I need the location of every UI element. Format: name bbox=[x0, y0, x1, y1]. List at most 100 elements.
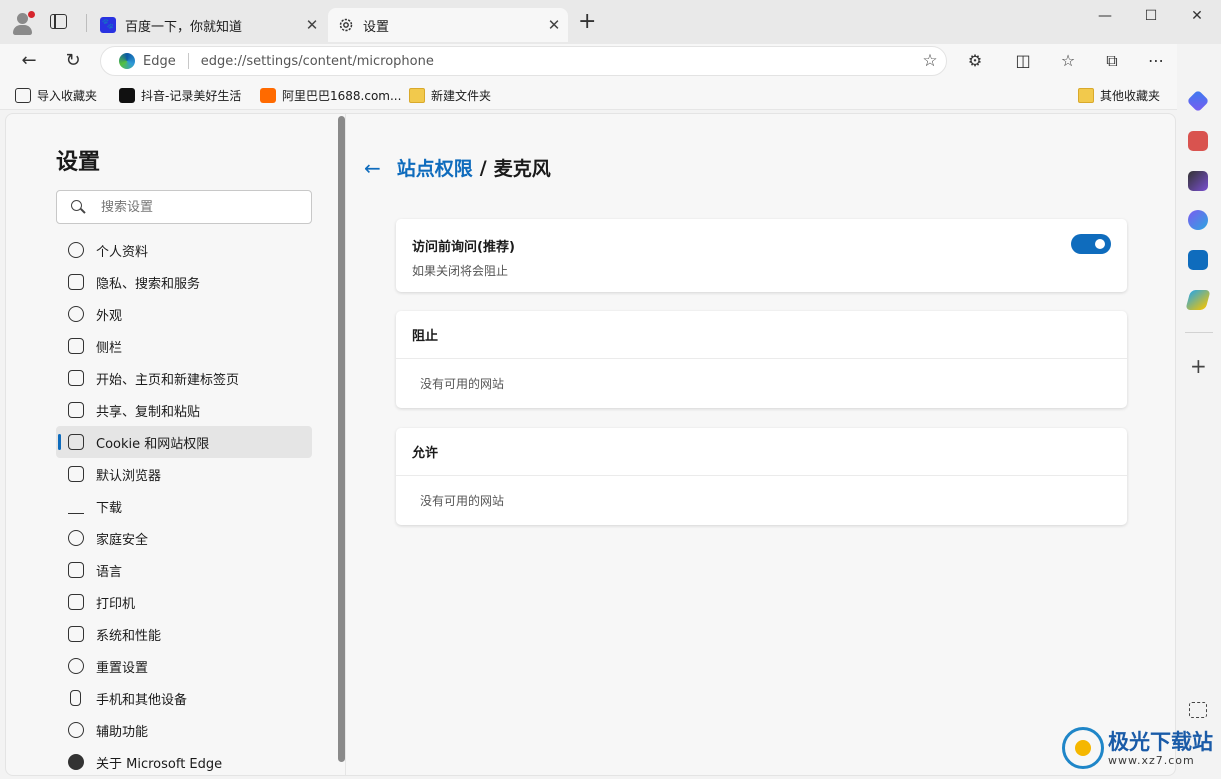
edge-logo-icon bbox=[68, 754, 84, 770]
more-menu-icon[interactable]: ⋯ bbox=[1145, 50, 1167, 72]
close-tab-icon[interactable]: ✕ bbox=[540, 16, 568, 34]
bookmark-label: 阿里巴巴1688.com... bbox=[282, 88, 402, 103]
browser-check-icon bbox=[68, 466, 84, 482]
nav-item-languages[interactable]: 语言 bbox=[56, 554, 312, 586]
content-divider bbox=[345, 114, 346, 775]
screenshot-icon[interactable] bbox=[1189, 702, 1207, 718]
nav-item-label: 重置设置 bbox=[96, 660, 149, 676]
address-bar[interactable]: Edge edge://settings/content/microphone … bbox=[100, 46, 947, 76]
cookie-permissions-icon bbox=[68, 434, 84, 450]
nav-item-label: 关于 Microsoft Edge bbox=[96, 756, 223, 772]
microsoft365-icon[interactable] bbox=[1188, 210, 1208, 230]
outlook-icon[interactable] bbox=[1188, 250, 1208, 270]
nav-item-share-copy[interactable]: 共享、复制和粘贴 bbox=[56, 394, 312, 426]
nav-item-appearance[interactable]: 外观 bbox=[56, 298, 312, 330]
nav-scrollbar[interactable] bbox=[337, 114, 345, 764]
nav-item-downloads[interactable]: 下载 bbox=[56, 490, 312, 522]
page-title: 麦克风 bbox=[493, 158, 551, 180]
tab-settings[interactable]: 设置 ✕ bbox=[328, 8, 568, 42]
search-input[interactable] bbox=[101, 199, 301, 215]
nav-item-default-browser[interactable]: 默认浏览器 bbox=[56, 458, 312, 490]
bookmark-label: 新建文件夹 bbox=[431, 88, 492, 103]
tab-actions-icon[interactable] bbox=[50, 14, 67, 29]
alibaba-icon bbox=[260, 87, 276, 103]
profile-avatar-icon[interactable] bbox=[10, 10, 36, 36]
settings-title: 设置 bbox=[56, 150, 101, 175]
bookmark-import[interactable]: 导入收藏夹 bbox=[15, 86, 97, 104]
bookmark-douyin[interactable]: 抖音-记录美好生活 bbox=[119, 86, 241, 104]
address-brand: Edge bbox=[143, 53, 176, 69]
nav-item-family-safety[interactable]: 家庭安全 bbox=[56, 522, 312, 554]
address-url[interactable]: edge://settings/content/microphone bbox=[201, 54, 914, 69]
bookmark-new-folder[interactable]: 新建文件夹 bbox=[409, 86, 491, 104]
ask-before-access-description: 如果关闭将会阻止 bbox=[412, 264, 509, 278]
new-tab-button[interactable]: + bbox=[578, 11, 596, 33]
block-empty-text: 没有可用的网站 bbox=[420, 376, 505, 391]
back-arrow-icon[interactable]: ← bbox=[17, 49, 41, 73]
favorites-icon[interactable]: ☆ bbox=[1057, 50, 1079, 72]
games-icon[interactable] bbox=[1188, 171, 1208, 191]
split-screen-icon[interactable]: ◫ bbox=[1012, 50, 1034, 72]
toggle-knob bbox=[1095, 239, 1105, 249]
scrollbar-thumb[interactable] bbox=[338, 116, 345, 762]
collections-icon[interactable]: ⧉ bbox=[1101, 50, 1123, 72]
sidebar-panel-icon bbox=[68, 338, 84, 354]
language-icon bbox=[68, 562, 84, 578]
nav-item-label: 下载 bbox=[96, 500, 123, 516]
search-icon bbox=[71, 200, 85, 214]
tab-baidu[interactable]: 🐾 百度一下，你就知道 ✕ bbox=[90, 8, 326, 42]
nav-item-sidebar[interactable]: 侧栏 bbox=[56, 330, 312, 362]
nav-item-cookies-permissions[interactable]: Cookie 和网站权限 bbox=[56, 426, 312, 458]
nav-item-profile[interactable]: 个人资料 bbox=[56, 234, 312, 266]
back-arrow-icon[interactable]: ← bbox=[364, 156, 381, 180]
tiktok-icon bbox=[119, 87, 135, 103]
breadcrumb: ← 站点权限 / 麦克风 bbox=[364, 154, 551, 181]
settings-surface: 设置 个人资料 隐私、搜索和服务 外观 侧栏 开始、主页和新建标签页 共享、复制… bbox=[5, 113, 1176, 776]
laptop-icon bbox=[68, 626, 84, 642]
breadcrumb-site-permissions[interactable]: 站点权限 bbox=[397, 154, 473, 181]
nav-item-reset[interactable]: 重置设置 bbox=[56, 650, 312, 682]
lock-icon bbox=[68, 274, 84, 290]
sidebar-divider bbox=[1185, 332, 1213, 333]
nav-item-phone-devices[interactable]: 手机和其他设备 bbox=[56, 682, 312, 714]
tools-briefcase-icon[interactable] bbox=[1188, 131, 1208, 151]
ask-before-access-toggle[interactable] bbox=[1071, 234, 1111, 254]
folder-icon bbox=[1078, 87, 1094, 103]
nav-item-start-home[interactable]: 开始、主页和新建标签页 bbox=[56, 362, 312, 394]
browser-toolbar: ← ↻ Edge edge://settings/content/microph… bbox=[0, 44, 1221, 78]
nav-item-label: 共享、复制和粘贴 bbox=[96, 404, 201, 420]
nav-item-system-performance[interactable]: 系统和性能 bbox=[56, 618, 312, 650]
close-window-button[interactable]: ✕ bbox=[1174, 8, 1220, 26]
nav-item-label: 开始、主页和新建标签页 bbox=[96, 372, 240, 388]
add-sidebar-app-icon[interactable]: + bbox=[1190, 354, 1207, 378]
tab-title: 设置 bbox=[363, 19, 390, 35]
nav-item-label: 外观 bbox=[96, 308, 123, 324]
nav-item-label: 辅助功能 bbox=[96, 724, 149, 740]
send-icon[interactable] bbox=[1185, 290, 1211, 310]
bookmarks-bar: 导入收藏夹 抖音-记录美好生活 阿里巴巴1688.com... 新建文件夹 其他… bbox=[0, 78, 1221, 110]
nav-item-accessibility[interactable]: 辅助功能 bbox=[56, 714, 312, 746]
close-tab-icon[interactable]: ✕ bbox=[298, 16, 326, 34]
nav-item-about-edge[interactable]: 关于 Microsoft Edge bbox=[56, 746, 312, 775]
search-box[interactable] bbox=[56, 190, 312, 224]
nav-item-printers[interactable]: 打印机 bbox=[56, 586, 312, 618]
watermark-title: 极光下载站 bbox=[1108, 729, 1213, 754]
tab-title: 百度一下，你就知道 bbox=[125, 19, 243, 35]
title-bar: 🐾 百度一下，你就知道 ✕ 设置 ✕ + — ☐ ✕ bbox=[0, 0, 1221, 44]
extensions-icon[interactable]: ⚙ bbox=[964, 50, 986, 72]
minimize-button[interactable]: — bbox=[1082, 8, 1128, 26]
nav-item-privacy[interactable]: 隐私、搜索和服务 bbox=[56, 266, 312, 298]
settings-nav: 设置 个人资料 隐私、搜索和服务 外观 侧栏 开始、主页和新建标签页 共享、复制… bbox=[6, 114, 336, 775]
maximize-button[interactable]: ☐ bbox=[1128, 8, 1174, 26]
profile-icon bbox=[68, 242, 84, 258]
breadcrumb-separator: / bbox=[479, 156, 487, 179]
folder-icon bbox=[409, 87, 425, 103]
bookmark-other-favorites[interactable]: 其他收藏夹 bbox=[1078, 86, 1160, 104]
refresh-icon[interactable]: ↻ bbox=[61, 49, 85, 73]
nav-item-label: 系统和性能 bbox=[96, 628, 162, 644]
bookmark-label: 导入收藏夹 bbox=[37, 88, 98, 103]
shopping-tag-icon[interactable] bbox=[1186, 89, 1210, 113]
palette-icon bbox=[68, 306, 84, 322]
favorite-star-icon[interactable]: ☆ bbox=[914, 51, 946, 71]
bookmark-1688[interactable]: 阿里巴巴1688.com... bbox=[260, 86, 401, 104]
